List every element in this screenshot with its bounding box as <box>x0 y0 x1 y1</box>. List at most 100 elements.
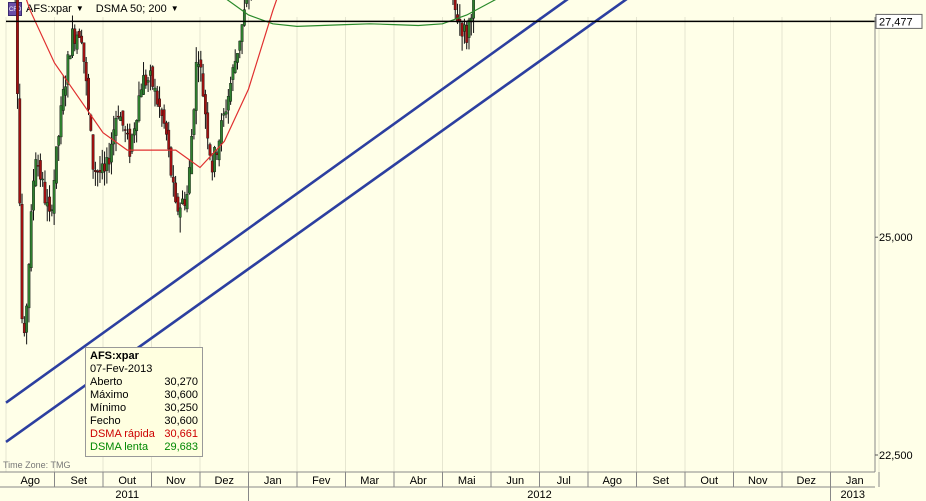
candle-up <box>139 89 143 98</box>
candle-up <box>64 86 67 96</box>
x-month-label: Jun <box>506 475 524 487</box>
candle-up <box>112 129 116 145</box>
y-tick-label: 22,500 <box>879 450 913 462</box>
candle-down <box>460 22 464 37</box>
tooltip-row: Aberto 30,270 <box>90 376 198 389</box>
x-month-label: Fev <box>312 475 331 487</box>
candle-up <box>220 120 223 144</box>
x-month-label: Dez <box>796 475 816 487</box>
tooltip-row: DSMA lenta 29,683 <box>90 441 198 454</box>
tooltip-row: Fecho 30,600 <box>90 415 198 428</box>
candle-up <box>238 40 242 51</box>
candle-up <box>130 134 134 152</box>
candle-down <box>73 28 77 44</box>
candle-down <box>183 199 187 206</box>
candle-up <box>178 207 182 218</box>
x-month-label: Mai <box>458 475 476 487</box>
x-month-label: Out <box>118 475 136 487</box>
candle-up <box>61 88 65 111</box>
candle-down <box>38 160 42 180</box>
candle-up <box>185 194 189 210</box>
candle-down <box>98 170 102 173</box>
candle-up <box>100 163 104 174</box>
x-month-label: Jul <box>557 475 571 487</box>
candle-up <box>75 34 79 50</box>
candle-up <box>233 60 237 73</box>
candle-up <box>135 120 139 132</box>
candle-up <box>463 24 466 32</box>
tooltip-row-value: 30,600 <box>164 415 198 427</box>
x-month-label: Ago <box>602 475 622 487</box>
candle-down <box>91 134 95 170</box>
candle-down <box>87 77 90 110</box>
candle-up <box>229 83 233 102</box>
candle-up <box>142 75 145 95</box>
candle-up <box>119 116 123 121</box>
candle-up <box>148 70 152 76</box>
candle-up <box>68 56 72 60</box>
y-tick-label: 25,000 <box>879 232 913 244</box>
candle-down <box>465 25 469 43</box>
x-month-label: Out <box>700 475 718 487</box>
x-year-label: 2011 <box>115 489 139 501</box>
candle-up <box>110 143 113 163</box>
candle-up <box>71 28 74 56</box>
candle-up <box>45 202 49 207</box>
candle-down <box>165 122 168 135</box>
candle-up <box>217 140 221 161</box>
candle-down <box>36 165 40 167</box>
candle-down <box>116 115 120 118</box>
candle-down <box>22 322 26 334</box>
candle-down <box>167 129 171 150</box>
candle-up <box>192 109 196 135</box>
candle-down <box>215 152 219 156</box>
tooltip-row-label: DSMA rápida <box>90 428 155 440</box>
candle-down <box>174 182 178 203</box>
candle-down <box>176 196 180 212</box>
candle-down <box>171 176 175 183</box>
x-month-label: Set <box>652 475 669 487</box>
candle-down <box>43 181 47 204</box>
candle-up <box>52 180 56 214</box>
candle-down <box>18 98 22 204</box>
candle-down <box>208 144 212 156</box>
tooltip-row-value: 30,600 <box>164 389 198 401</box>
x-month-label: Mar <box>360 475 379 487</box>
candle-down <box>123 129 127 131</box>
candle-down <box>80 35 84 43</box>
y-tick-label: 27,477 <box>879 16 913 28</box>
x-month-label: Dez <box>214 475 234 487</box>
candle-down <box>206 112 210 139</box>
tooltip-date: 07-Fev-2013 <box>90 363 153 375</box>
tooltip-row-label: DSMA lenta <box>90 441 149 453</box>
candle-up <box>224 111 228 115</box>
candle-down <box>84 62 88 82</box>
candle-down <box>204 94 207 115</box>
candle-down <box>77 30 81 38</box>
candle-up <box>153 87 157 92</box>
candle-up <box>240 24 244 42</box>
candle-down <box>96 171 100 173</box>
candle-up <box>187 167 191 194</box>
candle-down <box>453 0 457 11</box>
candle-up <box>194 62 198 111</box>
tooltip-row: DSMA rápida 30,661 <box>90 428 198 441</box>
tooltip-row-label: Máximo <box>90 389 129 401</box>
candle-down <box>158 98 161 107</box>
candle-up <box>472 0 475 19</box>
candle-up <box>245 0 249 4</box>
x-month-label: Jan <box>264 475 282 487</box>
candle-up <box>190 136 194 175</box>
candle-down <box>82 42 86 62</box>
candle-up <box>57 136 61 146</box>
candle-down <box>151 66 155 87</box>
candle-up <box>236 53 239 63</box>
data-tooltip: AFS:xpar 07-Fev-2013 Aberto 30,270 Máximo 3… <box>85 347 203 457</box>
x-month-label: Set <box>70 475 87 487</box>
candle-up <box>25 305 29 333</box>
x-year-label: 2013 <box>841 489 865 501</box>
x-month-label: Nov <box>166 475 186 487</box>
fast-ma-line <box>25 0 278 169</box>
candle-up <box>50 209 54 211</box>
candle-down <box>199 59 203 68</box>
